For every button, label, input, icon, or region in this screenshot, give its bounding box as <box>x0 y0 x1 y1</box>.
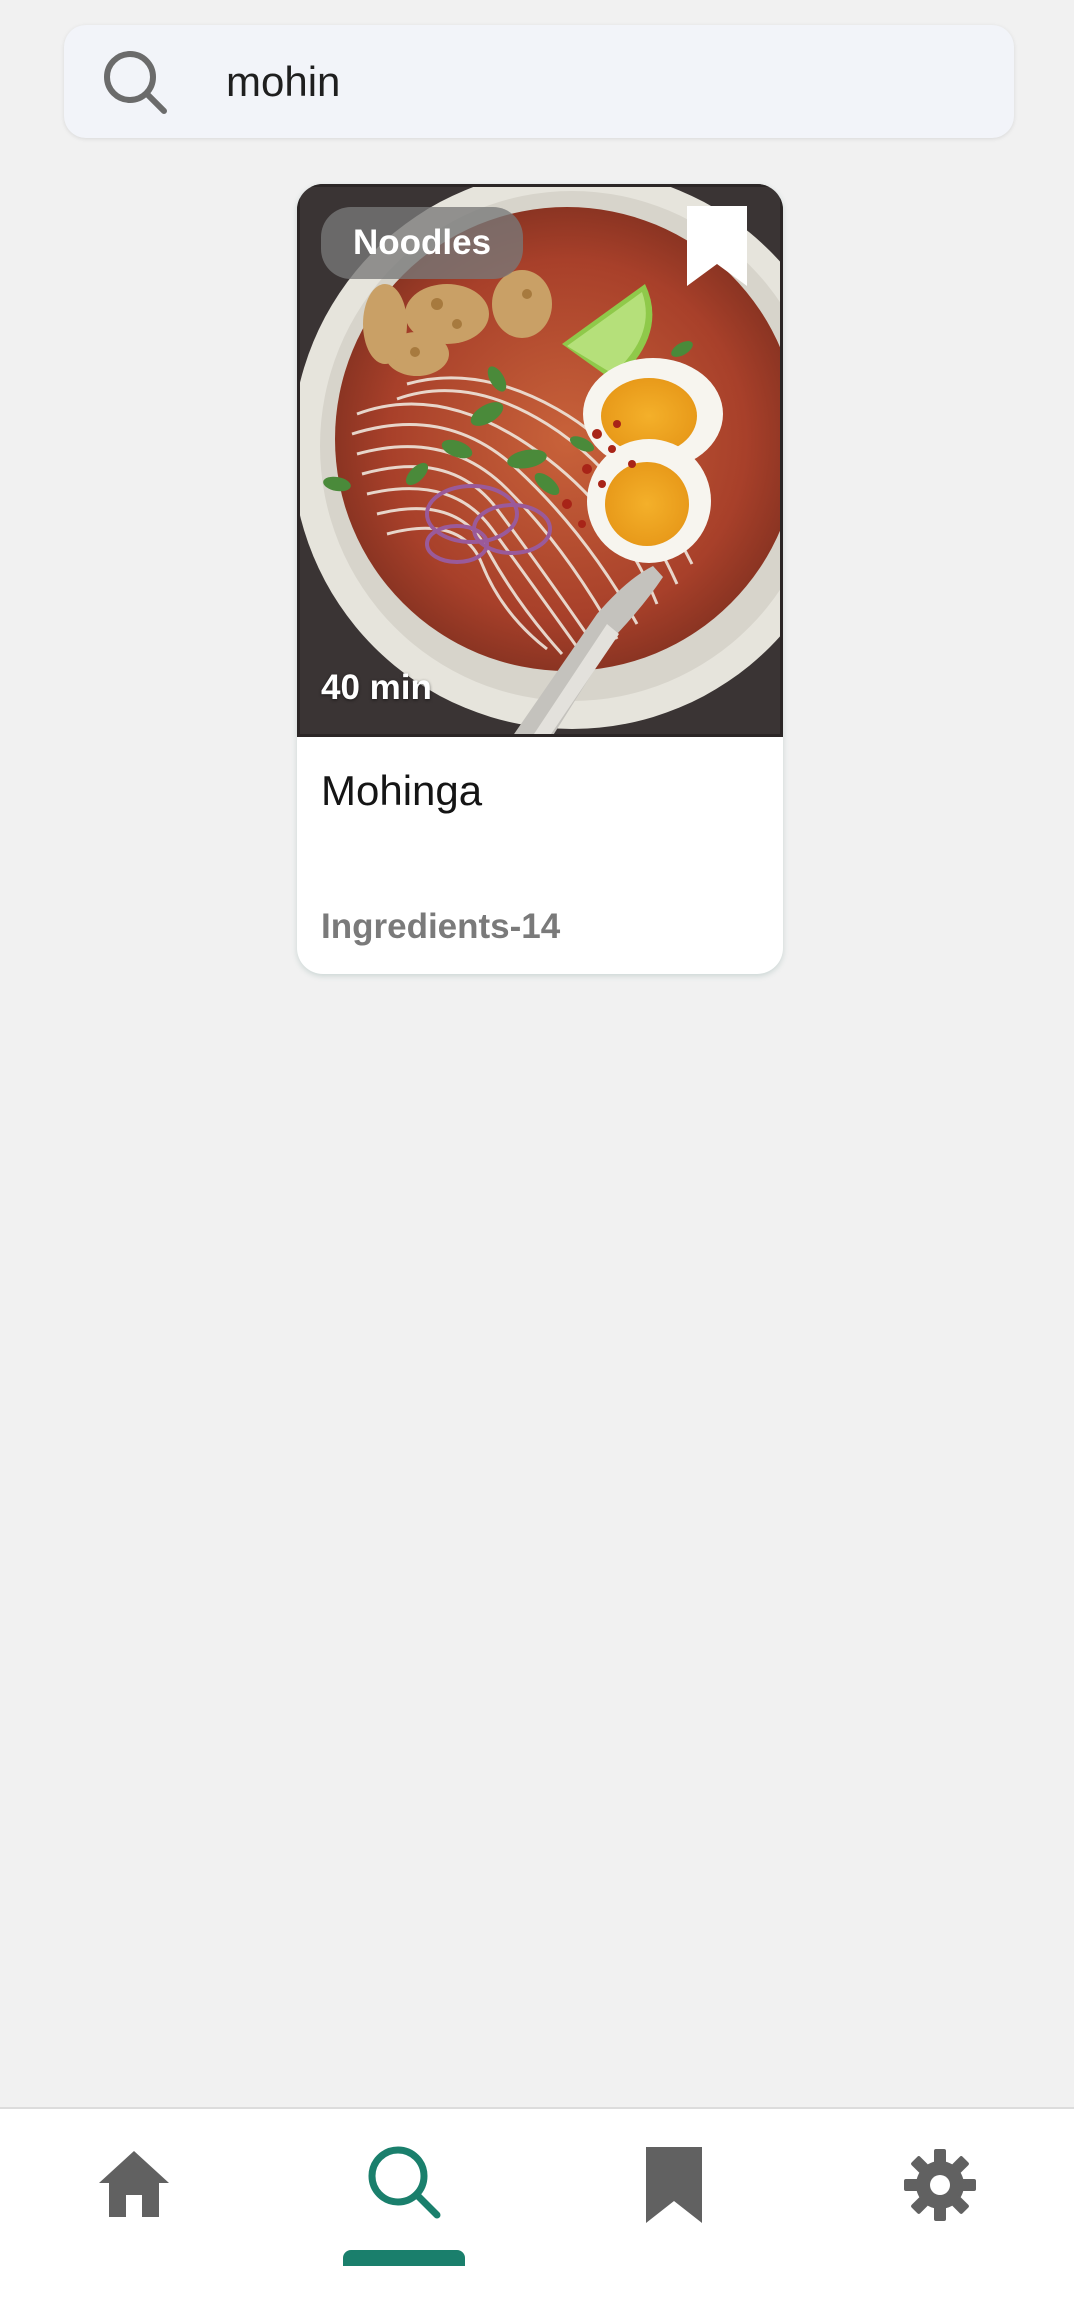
search-input[interactable] <box>222 47 986 117</box>
ingredients-count: Ingredients-14 <box>321 907 561 946</box>
recipe-image: Noodles 40 min <box>297 184 783 737</box>
search-bar[interactable] <box>64 25 1014 138</box>
search-icon <box>104 51 167 114</box>
nav-home[interactable] <box>34 2109 234 2302</box>
home-icon <box>99 2151 169 2217</box>
cook-time: 40 min <box>321 668 432 707</box>
bookmark-icon[interactable] <box>687 206 747 286</box>
bottom-navigation <box>0 2107 1074 2302</box>
nav-search[interactable] <box>304 2109 504 2302</box>
search-icon <box>368 2146 441 2219</box>
nav-saved[interactable] <box>574 2109 774 2302</box>
category-chip: Noodles <box>321 207 524 279</box>
gear-icon <box>904 2149 976 2221</box>
nav-settings[interactable] <box>840 2109 1040 2302</box>
recipe-card[interactable]: Noodles 40 min Mohinga Ingredients-14 <box>297 184 783 974</box>
bookmark-icon <box>646 2147 702 2223</box>
active-tab-indicator <box>343 2250 465 2266</box>
recipe-title: Mohinga <box>321 767 483 814</box>
